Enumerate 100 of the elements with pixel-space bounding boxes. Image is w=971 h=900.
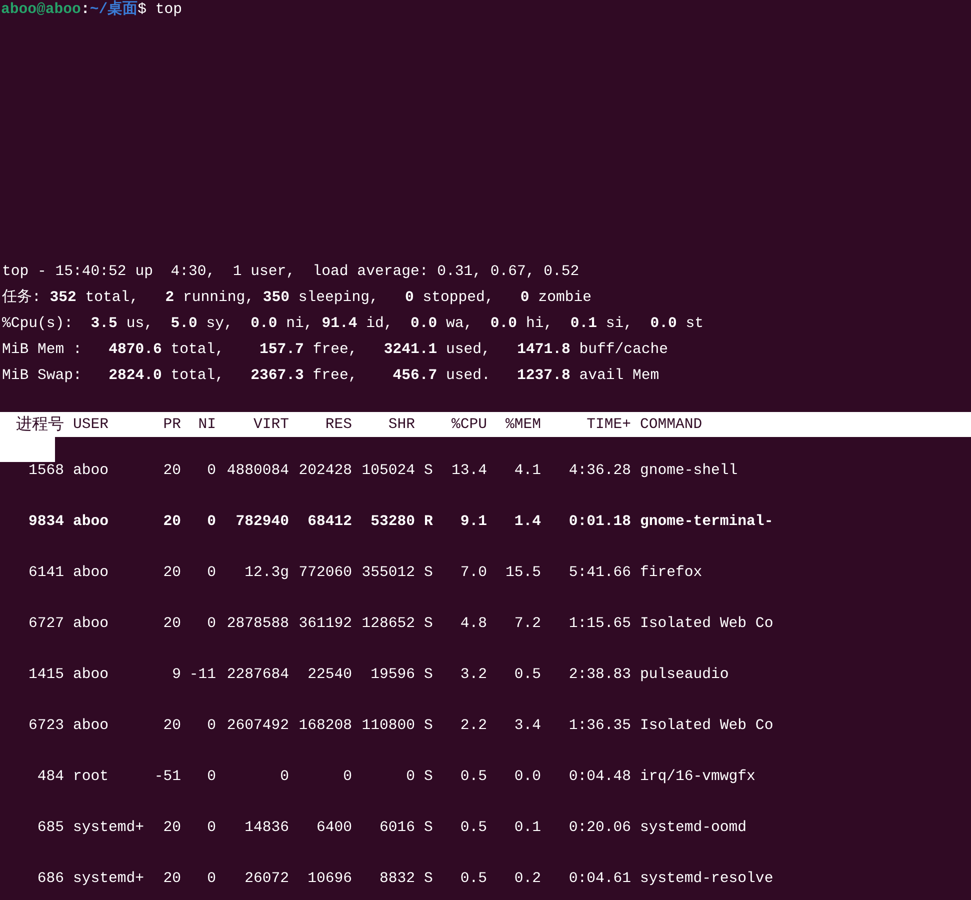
table-cell-text: 0.5	[459, 820, 487, 836]
table-cell-text: 4:36.28	[568, 462, 631, 478]
column-header: RES	[324, 416, 352, 432]
column-header: SHR	[387, 416, 415, 432]
table-cell-text: 6727	[27, 616, 64, 632]
table-cell-text: 20	[162, 564, 181, 580]
table-cell-text: S	[423, 870, 433, 886]
table-cell-text: aboo	[72, 616, 110, 632]
table-cell-text: 128652	[360, 616, 415, 632]
table-cell-text: 15.5	[504, 564, 541, 580]
table-cell-text: S	[423, 462, 433, 478]
table-cell-text: 0	[206, 768, 216, 784]
column-header: 进程号	[15, 414, 64, 435]
table-cell-text: 110800	[360, 718, 415, 734]
table-cell-text: 0:04.61	[568, 870, 631, 886]
table-cell-text: 686	[36, 870, 64, 886]
table-cell-text: 20	[162, 870, 181, 886]
table-cell-text: 0:04.48	[568, 768, 631, 784]
table-cell-text: gnome-shell	[639, 462, 739, 478]
table-cell-text: 2.2	[459, 718, 487, 734]
table-cell-text: aboo	[72, 564, 110, 580]
table-cell-text: 0.5	[459, 768, 487, 784]
table-cell-text: 168208	[298, 718, 352, 734]
table-cell-text: 9834	[27, 514, 64, 530]
table-cell-text: 0	[206, 564, 216, 580]
table-cell-text: 782940	[234, 514, 289, 530]
table-cell-text: aboo	[72, 462, 110, 478]
table-cell-text: 6400	[315, 820, 352, 836]
table-cell-text: 0	[206, 820, 216, 836]
table-cell-text: S	[423, 564, 433, 580]
table-cell-text: R	[423, 514, 433, 530]
column-header: %CPU	[450, 416, 487, 432]
table-cell-text: systemd-oomd	[639, 820, 748, 836]
table-cell-text: 0:20.06	[568, 820, 631, 836]
table-cell-text: pulseaudio	[639, 666, 730, 682]
prompt-line: aboo@aboo:~/桌面$ top	[0, 0, 182, 19]
table-cell-text: aboo	[72, 514, 110, 530]
table-cell-text: 0:01.18	[568, 514, 631, 530]
table-cell-text: 6723	[27, 718, 64, 734]
table-cell-text: 0	[206, 514, 216, 530]
table-cell-text: 0	[206, 616, 216, 632]
table-cell-text: 202428	[298, 462, 352, 478]
table-cell-text: irq/16-vmwgfx	[639, 768, 756, 784]
table-cell-text: systemd-resolve	[639, 870, 774, 886]
table-cell-text: 6016	[378, 820, 415, 836]
table-cell-text: 0	[342, 768, 352, 784]
table-cell-text: gnome-terminal-	[639, 514, 774, 530]
table-cell-text: Isolated Web Co	[639, 616, 774, 632]
table-cell-text: 9.1	[459, 514, 487, 530]
table-cell-text: 0	[206, 718, 216, 734]
table-cell-text: aboo	[72, 718, 110, 734]
table-cell-text: systemd+	[72, 870, 146, 886]
summary-line: MiB Mem : 4870.6 total, 157.7 free, 3241.1 used, 1471.8 buff/cache	[2, 341, 668, 360]
column-header: TIME+	[586, 416, 631, 432]
table-cell-text: 355012	[360, 564, 415, 580]
table-cell-text: 7.0	[459, 564, 487, 580]
table-cell-text: 26072	[244, 870, 289, 886]
table-cell-text: 12.3g	[244, 564, 289, 580]
table-cell-text: 4.8	[459, 616, 487, 632]
table-cell-text: 4880084	[226, 462, 289, 478]
table-cell-text: S	[423, 768, 433, 784]
table-cell-text: 3.4	[513, 718, 541, 734]
table-cell-text: 0.0	[513, 768, 541, 784]
table-cell-text: 1568	[27, 462, 64, 478]
table-cell-text: 8832	[378, 870, 415, 886]
table-cell-text: 20	[162, 718, 181, 734]
table-cell-text: 10696	[306, 870, 352, 886]
table-cell-text: 2878588	[226, 616, 289, 632]
table-cell-text: root	[72, 768, 110, 784]
table-cell-text: Isolated Web Co	[639, 718, 774, 734]
table-cell-text: 3.2	[459, 666, 487, 682]
table-cell-text: 20	[162, 616, 181, 632]
table-cell-text: 361192	[298, 616, 352, 632]
column-header: USER	[72, 416, 110, 432]
summary-line: 任务: 352 total, 2 running, 350 sleeping, 0 stopped, 0 zombie	[2, 288, 592, 308]
table-cell-text: 19596	[370, 666, 415, 682]
table-cell-text: 0.2	[513, 870, 541, 886]
table-cell-text: S	[423, 718, 433, 734]
column-header: VIRT	[252, 416, 289, 432]
table-cell-text: -11	[188, 666, 216, 682]
table-cell-text: S	[423, 820, 433, 836]
summary-line: %Cpu(s): 3.5 us, 5.0 sy, 0.0 ni, 91.4 id, 0.0 wa, 0.0 hi, 0.1 si, 0.0 st	[2, 315, 704, 334]
table-cell-text: 0	[405, 768, 415, 784]
table-cell-text: 2287684	[226, 666, 289, 682]
table-cell-text: 2607492	[226, 718, 289, 734]
table-cell-text: firefox	[639, 564, 704, 580]
table-cell-text: 5:41.66	[568, 564, 631, 580]
summary-line: top - 15:40:52 up 4:30, 1 user, load average: 0.31, 0.67, 0.52	[2, 263, 580, 282]
table-cell-text: S	[423, 616, 433, 632]
column-header: PR	[162, 416, 181, 432]
table-cell-text: 6141	[27, 564, 64, 580]
table-cell-text: 484	[36, 768, 64, 784]
table-cell-text: 13.4	[450, 462, 487, 478]
table-cell-text: 20	[162, 820, 181, 836]
table-cell-text: 685	[36, 820, 64, 836]
table-cell-text: 1:36.35	[568, 718, 631, 734]
table-cell-text: systemd+	[72, 820, 146, 836]
summary-line: MiB Swap: 2824.0 total, 2367.3 free, 456.7 used. 1237.8 avail Mem	[2, 367, 660, 386]
table-cell: -51	[154, 768, 181, 784]
table-cell-text: 53280	[370, 514, 415, 530]
